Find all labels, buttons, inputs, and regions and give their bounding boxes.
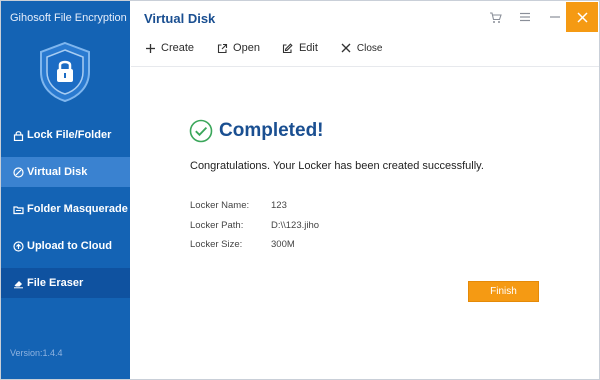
sidebar-item-virtual-disk[interactable]: Virtual Disk <box>1 157 130 187</box>
eraser-icon <box>12 277 24 289</box>
check-circle-icon <box>189 119 213 143</box>
edit-button[interactable]: Edit <box>282 42 318 54</box>
cloud-upload-icon <box>12 240 24 252</box>
toolbar: Create Open Edit Close <box>144 39 405 57</box>
locker-path-value: D:\\123.jiho <box>271 220 320 231</box>
window-close-button[interactable] <box>566 2 598 32</box>
locker-name-label: Locker Name: <box>190 200 250 211</box>
app-title: Gihosoft File Encryption <box>10 12 127 24</box>
success-message: Congratulations. Your Locker has been cr… <box>190 160 484 172</box>
create-button[interactable]: Create <box>144 42 194 54</box>
open-external-icon <box>216 42 228 54</box>
sidebar-item-file-eraser[interactable]: File Eraser <box>1 268 130 298</box>
sidebar: Gihosoft File Encryption Lock File/Folde… <box>1 1 130 379</box>
locker-size-value: 300M <box>271 239 295 250</box>
lock-icon <box>12 129 24 141</box>
sidebar-item-lock-file-folder[interactable]: Lock File/Folder <box>1 120 130 150</box>
open-button[interactable]: Open <box>216 42 260 54</box>
close-label: Close <box>356 42 383 54</box>
edit-icon <box>282 42 294 54</box>
sidebar-item-label: Virtual Disk <box>27 166 88 178</box>
plus-icon <box>144 42 156 54</box>
sidebar-item-upload-to-cloud[interactable]: Upload to Cloud <box>1 231 130 261</box>
sidebar-item-folder-masquerade[interactable]: Folder Masquerade <box>1 194 130 224</box>
cart-icon[interactable] <box>485 7 505 27</box>
create-label: Create <box>161 42 195 54</box>
sidebar-item-label: Folder Masquerade <box>27 203 128 215</box>
locker-size-label: Locker Size: <box>190 239 243 250</box>
locker-name-value: 123 <box>271 200 287 211</box>
app-window: Gihosoft File Encryption Lock File/Folde… <box>0 0 600 380</box>
disk-icon <box>12 166 24 178</box>
close-button[interactable]: Close <box>340 42 383 54</box>
completed-banner: Completed! <box>189 119 324 143</box>
edit-label: Edit <box>298 42 318 54</box>
sidebar-item-label: Upload to Cloud <box>27 240 112 252</box>
version-label: Version:1.4.4 <box>10 348 63 358</box>
shield-lock-icon <box>40 41 90 103</box>
menu-icon[interactable] <box>515 7 535 27</box>
close-icon <box>340 42 352 54</box>
locker-path-label: Locker Path: <box>190 220 244 231</box>
toolbar-divider <box>131 66 599 67</box>
page-title: Virtual Disk <box>144 11 216 26</box>
open-label: Open <box>233 42 260 54</box>
sidebar-item-label: File Eraser <box>27 277 84 289</box>
minimize-icon[interactable] <box>545 7 565 27</box>
finish-button[interactable]: Finish <box>468 281 539 302</box>
masquerade-icon <box>12 203 24 215</box>
close-icon <box>576 11 588 23</box>
completed-title: Completed! <box>219 120 324 141</box>
sidebar-item-label: Lock File/Folder <box>27 129 112 141</box>
window-controls <box>485 7 565 27</box>
